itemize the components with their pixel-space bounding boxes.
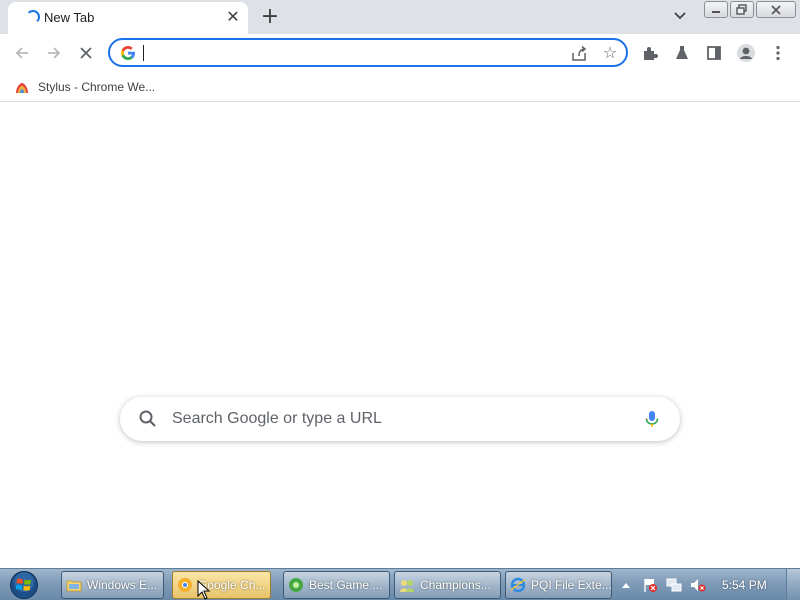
minimize-icon <box>712 10 720 13</box>
taskbar-label: Champions... <box>420 578 491 592</box>
chrome-icon <box>178 578 192 592</box>
google-g-icon <box>121 46 135 60</box>
minimize-button[interactable] <box>704 1 728 18</box>
show-hidden-icons-button[interactable] <box>616 575 636 595</box>
chrome-menu-button[interactable] <box>767 42 789 64</box>
chevron-up-icon <box>622 583 630 588</box>
taskbar-label: Windows E... <box>87 578 158 592</box>
side-panel-button[interactable] <box>703 42 725 64</box>
mouse-pointer-icon <box>197 580 211 600</box>
back-button[interactable] <box>11 42 33 64</box>
search-icon <box>139 410 156 427</box>
browser-toolbar: ☆ <box>0 34 800 72</box>
profile-button[interactable] <box>735 42 757 64</box>
taskbar-windows-explorer[interactable]: Windows E... <box>61 571 164 599</box>
side-panel-icon <box>707 46 721 60</box>
ntp-search-placeholder: Search Google or type a URL <box>172 410 382 427</box>
game-icon <box>289 578 303 592</box>
arrow-right-icon <box>48 47 61 59</box>
stop-loading-button[interactable] <box>75 42 97 64</box>
taskbar-google-chrome[interactable]: Google Ch... <box>172 571 271 599</box>
taskbar-label: PQI File Exte... <box>531 578 612 592</box>
taskbar-champions[interactable]: Champions... <box>394 571 501 599</box>
profile-icon <box>737 44 755 62</box>
ntp-search-box[interactable]: Search Google or type a URL <box>120 397 680 441</box>
share-icon[interactable] <box>570 45 588 63</box>
close-window-button[interactable] <box>756 1 796 18</box>
bookmark-stylus[interactable]: Stylus - Chrome We... <box>14 76 155 98</box>
loading-spinner-icon <box>26 10 40 24</box>
address-bar[interactable]: ☆ <box>108 38 628 67</box>
bookmark-star-icon[interactable]: ☆ <box>600 43 620 63</box>
extensions-button[interactable] <box>639 42 661 64</box>
folder-icon <box>66 580 82 592</box>
system-tray <box>616 571 712 599</box>
tab-title: New Tab <box>44 10 95 25</box>
action-center-tray-icon[interactable] <box>640 575 660 595</box>
windows-start-orb-icon <box>10 571 38 599</box>
taskbar-label: Best Game ... <box>309 578 383 592</box>
users-icon <box>400 580 414 592</box>
forward-button[interactable] <box>43 42 65 64</box>
taskbar-pqi-file-extension[interactable]: PQI File Exte... <box>505 571 612 599</box>
taskbar-clock[interactable]: 5:54 PM <box>722 578 767 592</box>
bookmarks-bar: Stylus - Chrome We... <box>0 72 800 102</box>
network-tray-icon[interactable] <box>664 575 684 595</box>
tab-close-button[interactable]: ✕ <box>224 8 242 26</box>
taskbar-best-game[interactable]: Best Game ... <box>283 571 390 599</box>
network-icon <box>666 578 682 592</box>
puzzle-icon <box>644 47 658 60</box>
close-icon <box>771 4 781 15</box>
new-tab-button[interactable]: + <box>258 6 282 28</box>
windows-taskbar: Windows E... Google Ch... Best Game ... … <box>0 568 800 600</box>
bookmark-label: Stylus - Chrome We... <box>38 80 156 94</box>
volume-muted-icon <box>691 579 706 592</box>
show-desktop-button[interactable] <box>786 569 800 600</box>
restore-icon <box>736 4 747 15</box>
restore-button[interactable] <box>730 1 754 18</box>
close-x-icon <box>80 47 92 59</box>
arrow-left-icon <box>15 47 28 59</box>
tab-strip: New Tab ✕ + <box>0 0 800 34</box>
kebab-menu-icon <box>776 45 780 61</box>
text-caret <box>143 45 144 61</box>
volume-tray-icon[interactable] <box>688 575 708 595</box>
window-controls <box>704 1 798 19</box>
tab-search-button[interactable] <box>670 7 690 27</box>
labs-button[interactable] <box>671 42 693 64</box>
chevron-down-icon <box>674 12 686 20</box>
stylus-favicon-icon <box>16 83 28 93</box>
internet-explorer-icon <box>510 577 526 593</box>
microphone-icon[interactable] <box>642 409 662 429</box>
tab-new-tab[interactable]: New Tab ✕ <box>8 2 248 34</box>
start-button[interactable] <box>4 570 44 600</box>
flask-icon <box>676 46 688 59</box>
omnibox-input[interactable] <box>142 43 562 63</box>
flag-alert-icon <box>644 579 657 592</box>
